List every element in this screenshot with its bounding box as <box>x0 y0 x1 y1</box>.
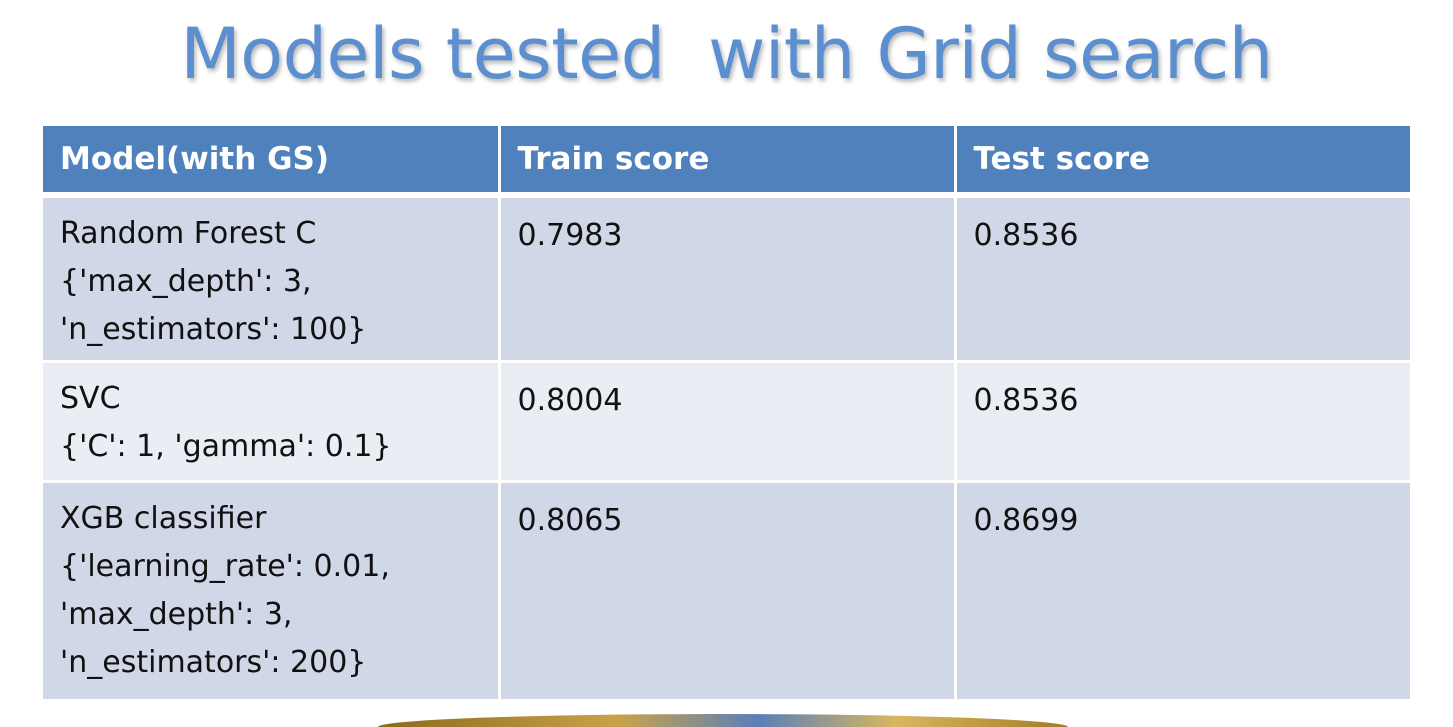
test-score: 0.8536 <box>955 195 1410 363</box>
model-name: Random Forest C <box>60 216 317 251</box>
test-score: 0.8699 <box>955 481 1410 702</box>
train-score: 0.7983 <box>499 195 957 363</box>
header-model: Model(with GS) <box>43 126 501 198</box>
model-params: {'max_depth': 3, 'n_estimators': 100} <box>60 264 367 347</box>
model-name: XGB classifier <box>60 500 267 536</box>
slide-title: Models tested with Grid search <box>180 13 1273 95</box>
model-params: {'C': 1, 'gamma': 0.1} <box>60 428 392 464</box>
train-score: 0.8065 <box>499 481 957 702</box>
header-row: Model(with GS) Train score Test score <box>43 126 1410 198</box>
table-row: XGB classifier {'learning_rate': 0.01, '… <box>43 481 1410 702</box>
table-row: Random Forest C {'max_depth': 3, 'n_esti… <box>43 195 1410 363</box>
model-cell: XGB classifier {'learning_rate': 0.01, '… <box>43 481 501 702</box>
header-train-score: Train score <box>499 126 957 198</box>
model-params: {'learning_rate': 0.01, 'max_depth': 3, … <box>60 548 390 680</box>
decorative-footer-bar <box>378 714 1068 727</box>
train-score: 0.8004 <box>499 361 957 483</box>
test-score: 0.8536 <box>955 361 1410 483</box>
model-name: SVC <box>60 380 121 416</box>
model-cell: Random Forest C {'max_depth': 3, 'n_esti… <box>43 195 501 363</box>
results-table: Model(with GS) Train score Test score Ra… <box>43 126 1410 702</box>
table-row: SVC {'C': 1, 'gamma': 0.1} 0.8004 0.8536 <box>43 361 1410 483</box>
header-test-score: Test score <box>955 126 1410 198</box>
model-cell: SVC {'C': 1, 'gamma': 0.1} <box>43 361 501 483</box>
